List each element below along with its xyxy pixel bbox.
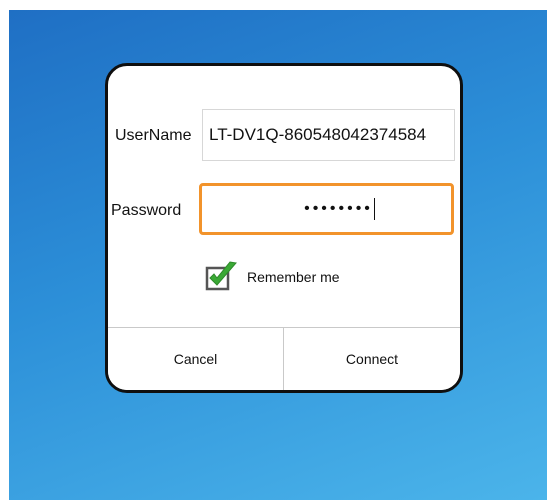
password-label: Password bbox=[111, 202, 182, 219]
cancel-button[interactable]: Cancel bbox=[108, 328, 283, 390]
username-input[interactable]: LT-DV1Q-860548042374584 bbox=[202, 109, 455, 161]
text-caret bbox=[373, 197, 375, 220]
password-input[interactable]: •••••••• bbox=[199, 183, 454, 235]
remember-me-checkbox[interactable] bbox=[205, 259, 239, 293]
connect-button[interactable]: Connect bbox=[284, 328, 460, 390]
checkmark-icon bbox=[205, 261, 237, 291]
remember-me-label[interactable]: Remember me bbox=[247, 269, 340, 285]
background: UserName LT-DV1Q-860548042374584 Passwor… bbox=[9, 10, 547, 500]
password-value: •••••••• bbox=[304, 200, 373, 217]
username-label: UserName bbox=[115, 127, 192, 144]
username-value: LT-DV1Q-860548042374584 bbox=[209, 125, 427, 144]
login-dialog: UserName LT-DV1Q-860548042374584 Passwor… bbox=[105, 63, 463, 393]
